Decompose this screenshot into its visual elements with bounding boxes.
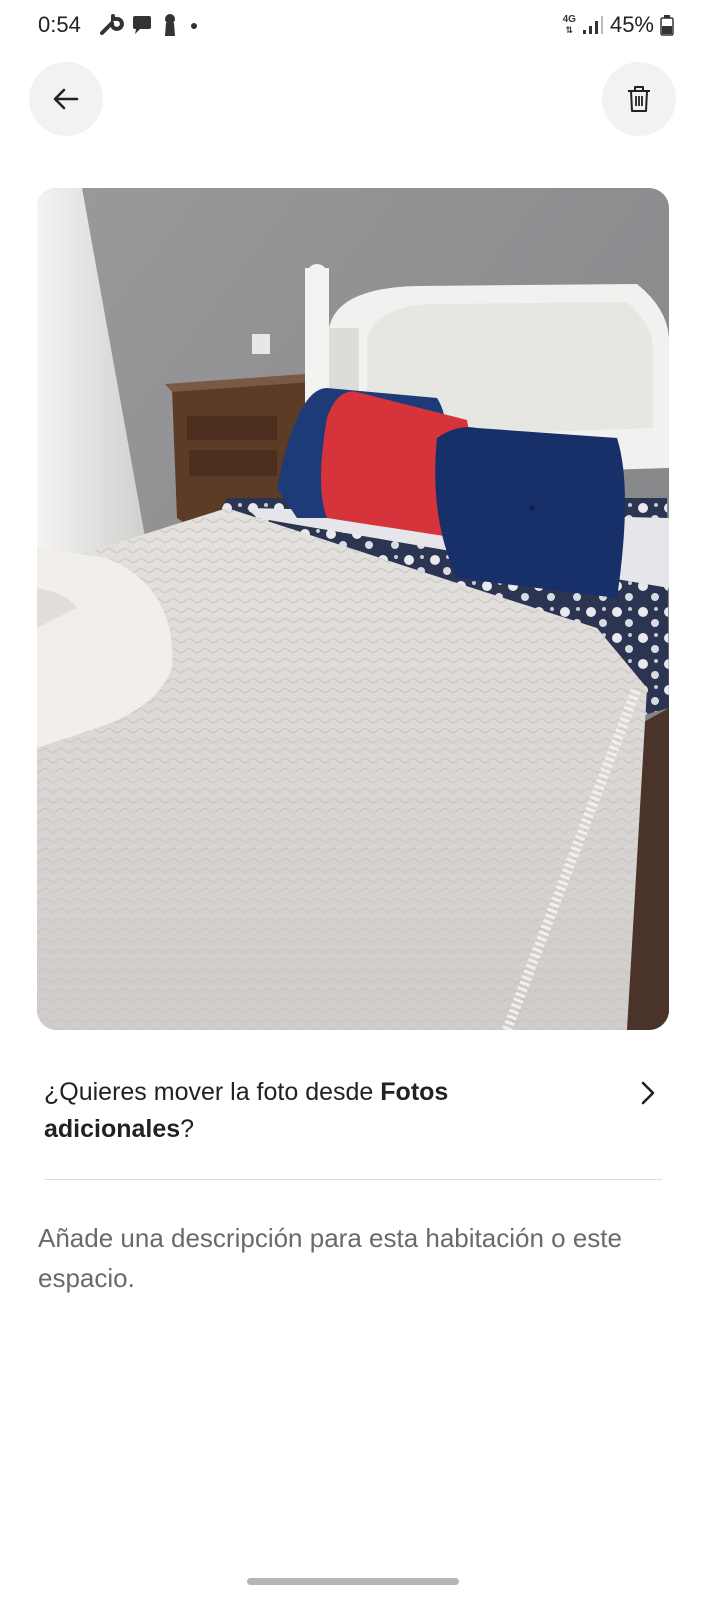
notification-icons bbox=[98, 10, 202, 40]
battery-percent: 45% bbox=[609, 12, 654, 37]
wrench-icon bbox=[100, 14, 124, 35]
divider bbox=[44, 1179, 662, 1180]
chat-bubble-icon bbox=[133, 16, 151, 34]
description-input[interactable]: Añade una descripción para esta habitaci… bbox=[38, 1218, 678, 1308]
home-gesture-bar[interactable] bbox=[247, 1578, 459, 1585]
dot-icon bbox=[191, 23, 197, 29]
trash-icon bbox=[628, 86, 650, 112]
move-photo-prefix: ¿Quieres mover la foto desde bbox=[44, 1078, 381, 1106]
network-type: 4G bbox=[562, 14, 576, 25]
back-button[interactable] bbox=[29, 62, 103, 136]
arrow-left-icon bbox=[53, 88, 79, 110]
chevron-right-icon bbox=[641, 1081, 655, 1105]
data-arrows-icon: ⇅ bbox=[565, 25, 574, 35]
battery-icon bbox=[660, 15, 674, 36]
move-photo-text: ¿Quieres mover la foto desde Fotos adici… bbox=[44, 1074, 604, 1148]
status-bar: 0:54 4G ⇅ 45% bbox=[0, 0, 720, 52]
move-photo-row[interactable]: ¿Quieres mover la foto desde Fotos adici… bbox=[44, 1074, 664, 1154]
status-right: 4G ⇅ 45% bbox=[563, 10, 674, 40]
delete-button[interactable] bbox=[602, 62, 676, 136]
network-indicator: 4G ⇅ bbox=[562, 14, 576, 36]
room-photo[interactable] bbox=[37, 188, 669, 1030]
keyhole-icon bbox=[165, 14, 175, 36]
status-time: 0:54 bbox=[38, 12, 81, 37]
move-photo-suffix: ? bbox=[180, 1115, 195, 1143]
signal-icon bbox=[582, 16, 603, 34]
bedroom-photo-illustration bbox=[37, 188, 669, 1030]
